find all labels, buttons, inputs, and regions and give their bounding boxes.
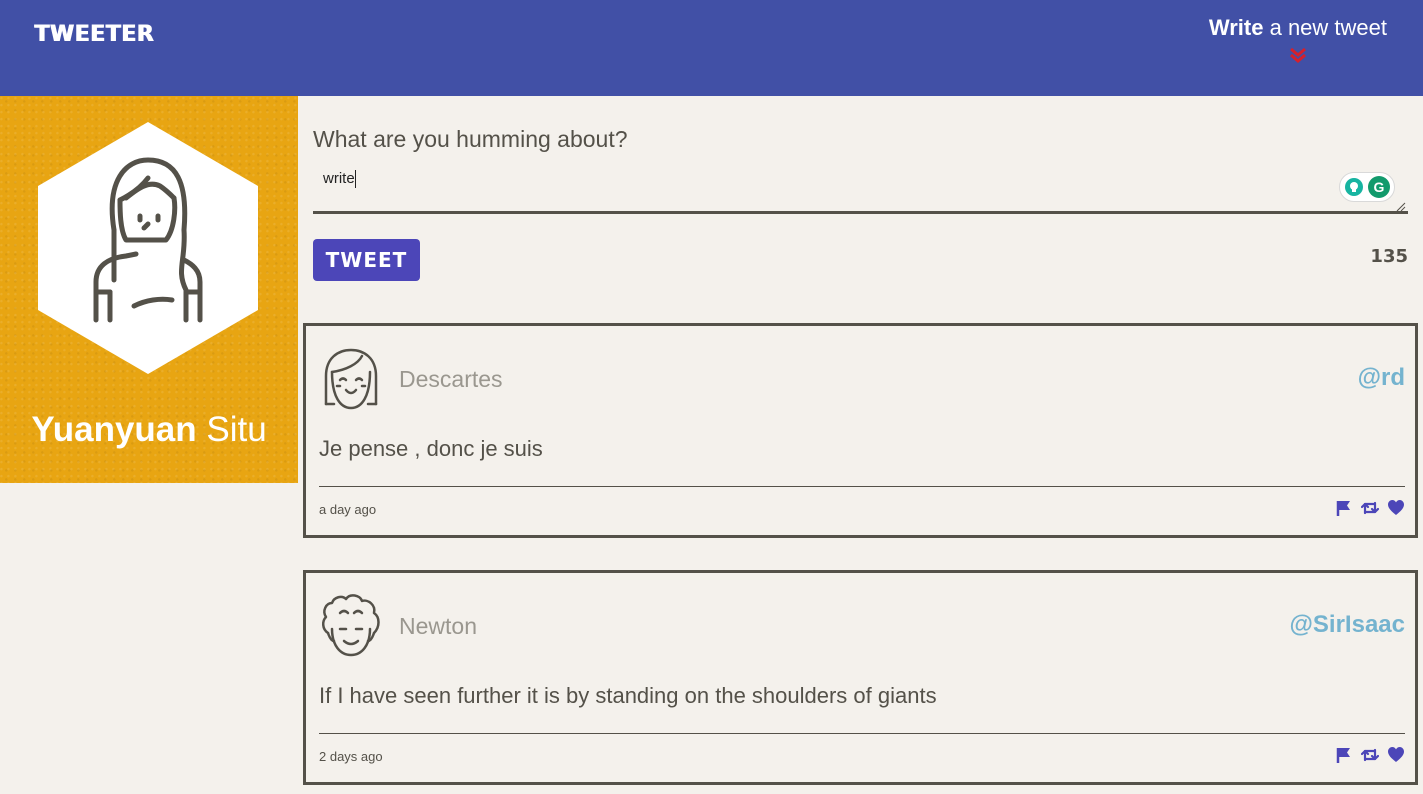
profile-avatar bbox=[38, 122, 258, 374]
tweet-text-input[interactable] bbox=[313, 162, 1408, 214]
tweet-timestamp: 2 days ago bbox=[319, 749, 383, 764]
resize-grip-icon[interactable] bbox=[1396, 202, 1406, 212]
retweet-icon[interactable] bbox=[1361, 746, 1379, 764]
tweet-actions bbox=[1335, 746, 1405, 764]
grammar-g-icon[interactable]: G bbox=[1368, 176, 1390, 198]
tweet-author-name[interactable]: Descartes bbox=[399, 366, 503, 393]
smiling-girl-face-icon bbox=[324, 348, 378, 410]
tweet-card: Descartes @rd Je pense , donc je suis a … bbox=[303, 323, 1418, 538]
grammar-assistant-widget[interactable]: G bbox=[1339, 172, 1395, 202]
lightbulb-icon[interactable] bbox=[1345, 178, 1363, 196]
heart-icon[interactable] bbox=[1387, 746, 1405, 764]
tweet-button[interactable]: TWEET bbox=[313, 239, 420, 281]
text-caret bbox=[355, 170, 356, 188]
tweet-author-name[interactable]: Newton bbox=[399, 613, 477, 640]
tweet-card: Newton @SirIsaac If I have seen further … bbox=[303, 570, 1418, 785]
flag-icon[interactable] bbox=[1335, 499, 1353, 517]
tweet-body-text: Je pense , donc je suis bbox=[319, 436, 543, 461]
tweet-divider bbox=[319, 486, 1405, 487]
tweet-author-handle[interactable]: @rd bbox=[1358, 364, 1405, 392]
profile-panel: Yuanyuan Situ bbox=[0, 96, 298, 483]
compose-toggle-rest: a new tweet bbox=[1263, 15, 1387, 40]
heart-icon[interactable] bbox=[1387, 499, 1405, 517]
compose-label: What are you humming about? bbox=[313, 126, 628, 152]
user-first-name: Yuanyuan bbox=[31, 410, 197, 449]
compose-toggle-label: Write a new tweet bbox=[1209, 15, 1387, 41]
retweet-icon[interactable] bbox=[1361, 499, 1379, 517]
character-counter: 135 bbox=[1370, 246, 1408, 267]
tweet-author-handle[interactable]: @SirIsaac bbox=[1290, 611, 1405, 639]
tweet-body-text: If I have seen further it is by standing… bbox=[319, 683, 937, 708]
user-full-name: Yuanyuan Situ bbox=[0, 410, 298, 450]
double-chevron-down-icon[interactable] bbox=[1289, 47, 1307, 63]
tweet-actions bbox=[1335, 499, 1405, 517]
tweet-timestamp: a day ago bbox=[319, 502, 377, 517]
user-last-name: Situ bbox=[206, 410, 267, 449]
brand-logo[interactable]: TWEETER bbox=[34, 22, 154, 47]
flag-icon[interactable] bbox=[1335, 746, 1353, 764]
compose-toggle-bold: Write bbox=[1208, 15, 1264, 40]
write-new-tweet-toggle[interactable]: Write a new tweet bbox=[1209, 15, 1387, 63]
curly-hair-face-icon bbox=[322, 594, 380, 657]
tweet-divider bbox=[319, 733, 1405, 734]
top-nav: TWEETER Write a new tweet bbox=[0, 0, 1423, 96]
